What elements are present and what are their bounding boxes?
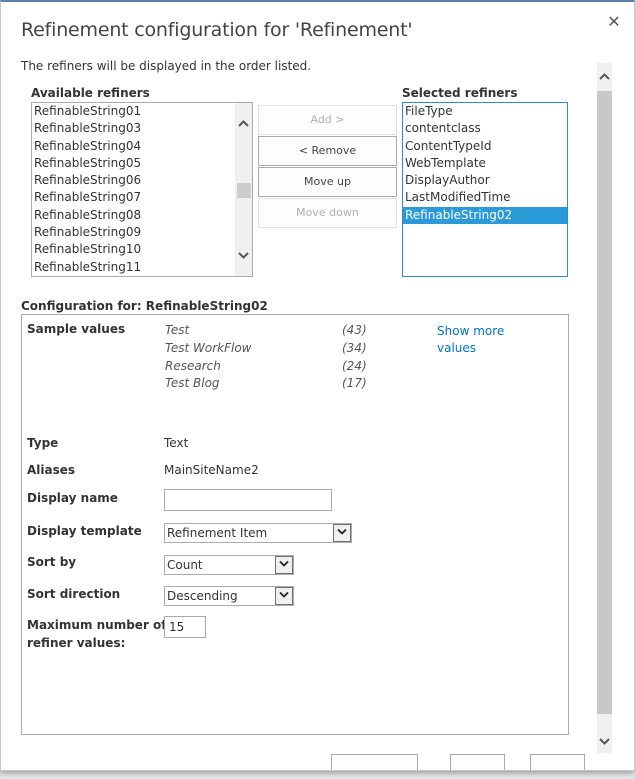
available-refiners-list[interactable]: RefinableString01 RefinableString03 Refina…	[31, 102, 253, 277]
close-icon[interactable]: ✕	[605, 12, 623, 32]
config-panel: Sample values Test (43) Test WorkFlow (3…	[21, 314, 569, 735]
available-list-scrollbar[interactable]	[235, 103, 252, 276]
max-values-label-line2: refiner values:	[27, 636, 126, 650]
sort-by-label: Sort by	[27, 555, 77, 569]
dropdown-arrow-icon[interactable]	[333, 524, 351, 542]
scrollbar-thumb[interactable]	[597, 91, 612, 714]
dialog-title: Refinement configuration for 'Refinement…	[21, 19, 413, 41]
sort-direction-value: Descending	[167, 589, 238, 603]
sample-value-count: (17)	[342, 376, 367, 390]
dropdown-arrow-icon[interactable]	[275, 587, 293, 605]
list-scroll-down-icon[interactable]	[235, 249, 252, 262]
selected-refiner-item[interactable]: DisplayAuthor	[403, 172, 567, 189]
available-refiner-item[interactable]: RefinableString05	[32, 155, 232, 172]
scroll-up-icon[interactable]	[597, 69, 612, 85]
add-button[interactable]: Add >	[258, 105, 397, 135]
selected-refiner-item[interactable]: WebTemplate	[403, 155, 567, 172]
selected-refiner-item[interactable]: RefinableString02	[403, 206, 567, 225]
max-values-label-line1: Maximum number of	[27, 618, 167, 632]
sample-value-count: (24)	[342, 359, 367, 373]
display-template-label: Display template	[27, 524, 142, 538]
dialog-scrollbar[interactable]	[597, 63, 612, 753]
selected-refiner-item[interactable]: FileType	[403, 103, 567, 120]
selected-refiner-item[interactable]: contentclass	[403, 120, 567, 137]
refinement-config-dialog: Refinement configuration for 'Refinement…	[0, 0, 635, 771]
footer-button-3[interactable]	[530, 754, 585, 770]
scroll-down-icon[interactable]	[597, 734, 612, 750]
available-refiners-label: Available refiners	[31, 86, 150, 100]
sample-value-count: (34)	[342, 341, 367, 355]
available-refiner-item[interactable]: RefinableString08	[32, 207, 232, 224]
sample-value-name: Test Blog	[165, 376, 220, 390]
display-template-value: Refinement Item	[167, 526, 268, 540]
list-scrollbar-thumb[interactable]	[237, 183, 251, 198]
sample-value-name: Research	[165, 359, 221, 373]
sample-values-label: Sample values	[27, 322, 126, 336]
selected-refiners-list[interactable]: FileType contentclass ContentTypeId WebTemp…	[402, 102, 568, 277]
show-more-values-link[interactable]: Show more values	[437, 323, 517, 357]
config-heading: Configuration for: RefinableString02	[21, 299, 268, 313]
available-refiner-item[interactable]: RefinableString10	[32, 241, 232, 258]
dialog-description: The refiners will be displayed in the or…	[21, 59, 312, 73]
remove-button[interactable]: < Remove	[258, 136, 397, 166]
sort-by-select[interactable]: Count	[164, 555, 294, 575]
display-name-label: Display name	[27, 491, 118, 505]
aliases-label: Aliases	[27, 463, 76, 477]
footer-button-1[interactable]	[331, 754, 418, 770]
max-values-input[interactable]: 15	[164, 616, 206, 638]
move-up-button[interactable]: Move up	[258, 167, 397, 197]
display-template-select[interactable]: Refinement Item	[164, 523, 352, 543]
sort-direction-select[interactable]: Descending	[164, 586, 294, 606]
sort-by-value: Count	[167, 558, 203, 572]
type-value: Text	[164, 436, 189, 450]
available-refiner-item[interactable]: RefinableString11	[32, 259, 232, 276]
selected-refiners-label: Selected refiners	[402, 86, 518, 100]
selected-refiner-item[interactable]: LastModifiedTime	[403, 189, 567, 206]
available-refiner-item[interactable]: RefinableString01	[32, 103, 232, 120]
footer-button-2[interactable]	[450, 754, 505, 770]
dropdown-arrow-icon[interactable]	[275, 556, 293, 574]
available-refiner-item[interactable]: RefinableString06	[32, 172, 232, 189]
list-scroll-up-icon[interactable]	[235, 117, 252, 130]
aliases-value: MainSiteName2	[164, 463, 259, 477]
display-name-input[interactable]	[164, 489, 332, 511]
type-label: Type	[27, 436, 59, 450]
available-refiner-item[interactable]: RefinableString09	[32, 224, 232, 241]
available-refiner-item[interactable]: RefinableString03	[32, 120, 232, 137]
move-down-button[interactable]: Move down	[258, 198, 397, 228]
sample-value-name: Test WorkFlow	[165, 341, 252, 355]
sample-value-count: (43)	[342, 323, 367, 337]
sample-value-name: Test	[165, 323, 190, 337]
selected-refiner-item[interactable]: ContentTypeId	[403, 138, 567, 155]
available-refiner-item[interactable]: RefinableString04	[32, 138, 232, 155]
available-refiner-item[interactable]: RefinableString07	[32, 189, 232, 206]
sort-direction-label: Sort direction	[27, 587, 121, 601]
